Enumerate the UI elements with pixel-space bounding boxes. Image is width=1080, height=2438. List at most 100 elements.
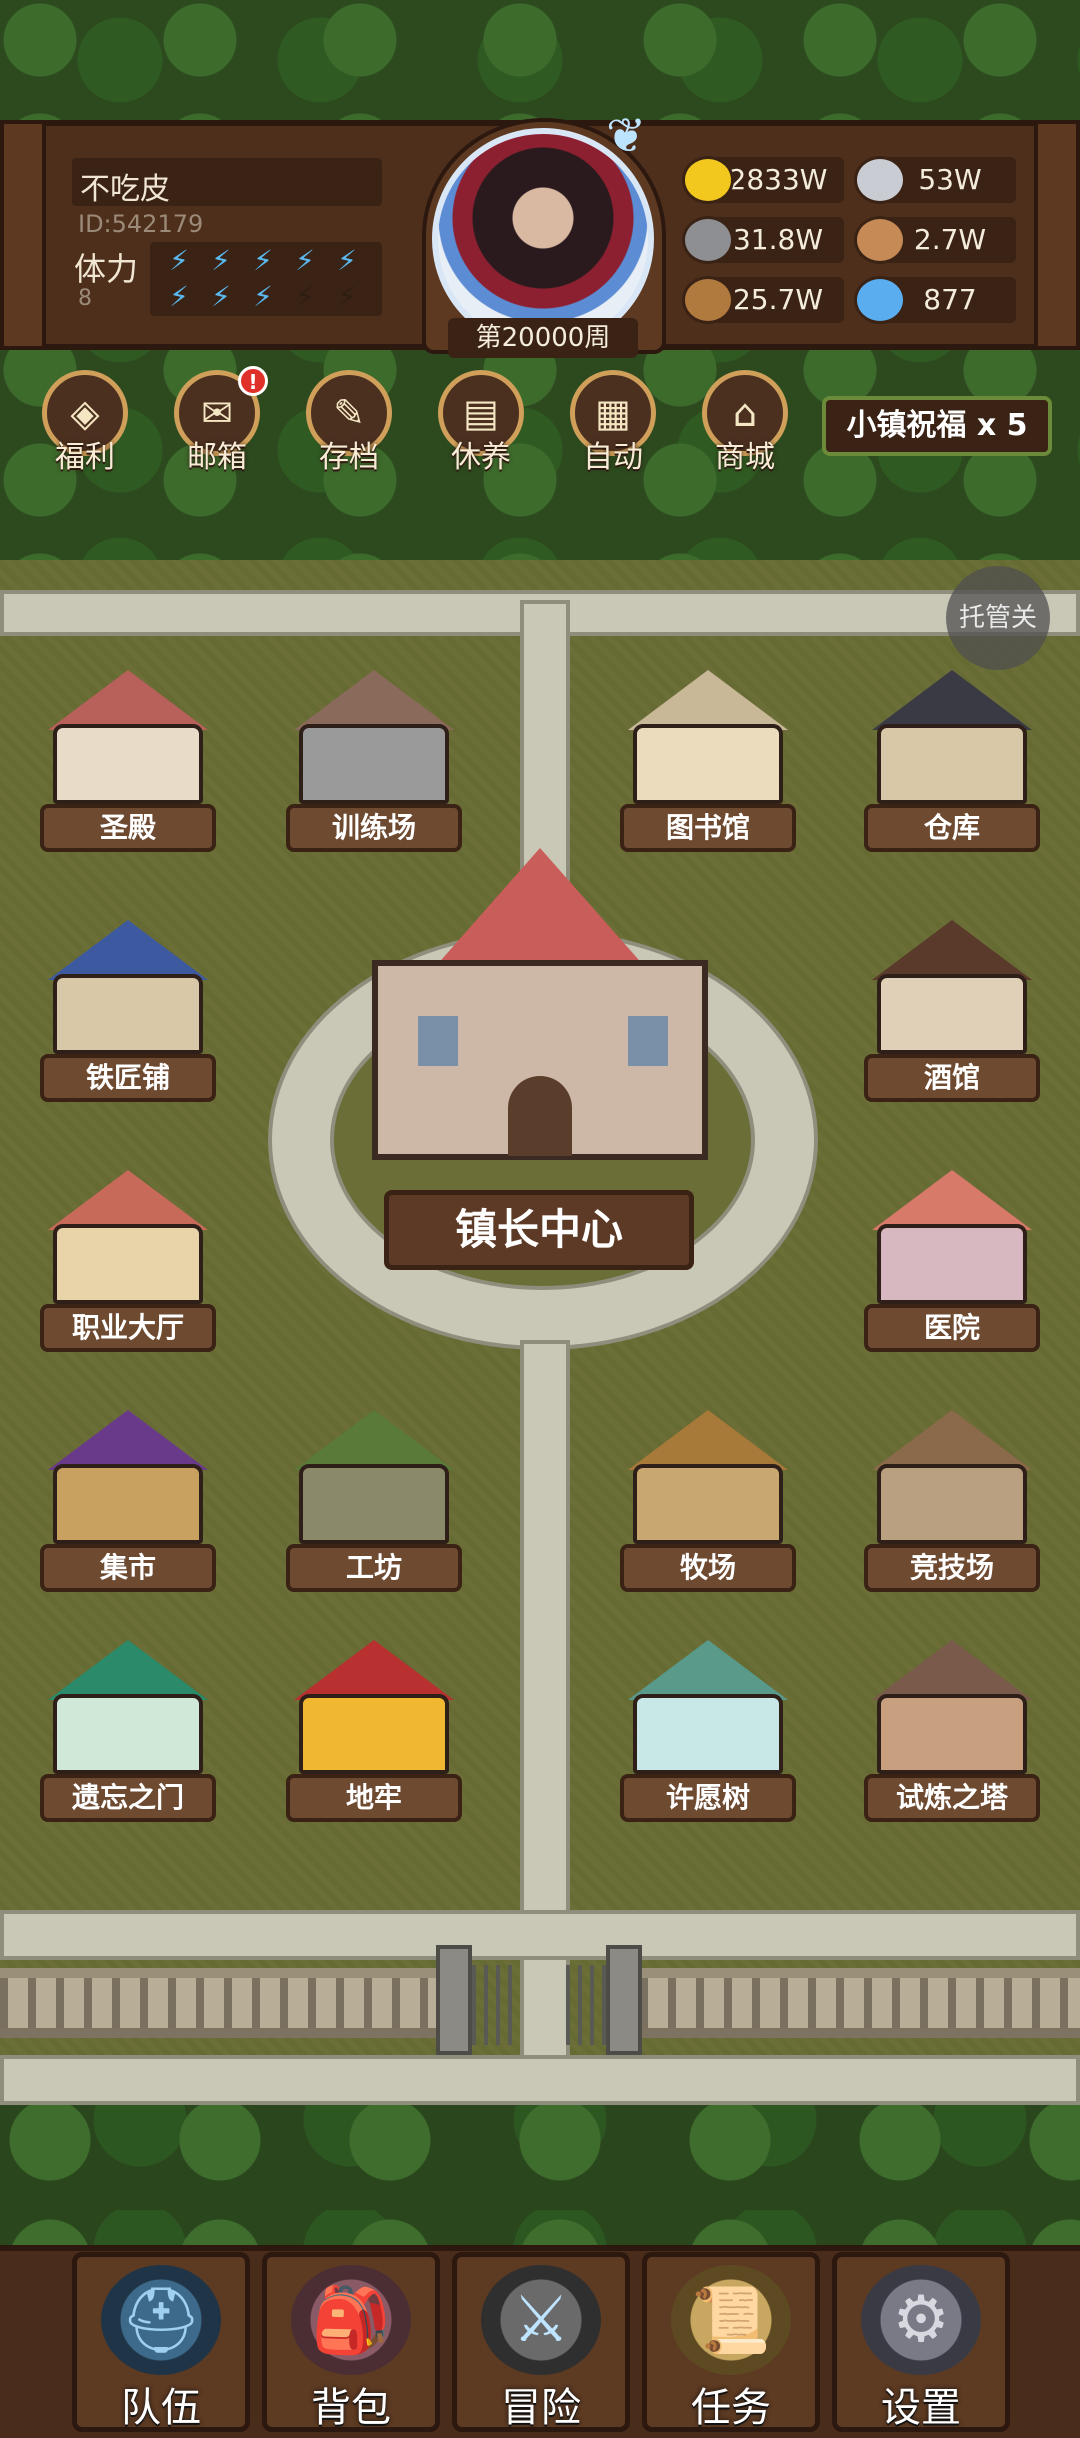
leather-icon xyxy=(854,216,906,264)
resource-item[interactable]: 25.7W xyxy=(682,276,847,324)
building-plaque: 图书馆 xyxy=(620,804,796,852)
resource-item[interactable]: 53W xyxy=(854,156,1019,204)
building-label: 酒馆 xyxy=(923,1061,980,1094)
mayor-center-plaque[interactable]: 镇长中心 xyxy=(384,1190,694,1270)
nav-adventure-button[interactable]: ⚔ 冒险 xyxy=(452,2252,630,2432)
menu-auto-label: 自动 xyxy=(583,440,643,475)
building-plaque: 圣殿 xyxy=(40,804,216,852)
building-body xyxy=(633,1694,783,1774)
building-plaque: 职业大厅 xyxy=(40,1304,216,1352)
menu-rest-label: 休养 xyxy=(451,440,511,475)
gate-pillar-left xyxy=(436,1945,472,2055)
quest-scroll-icon: 📜 xyxy=(671,2265,791,2375)
building-workshop[interactable]: 工坊 xyxy=(286,1400,462,1600)
building-roof xyxy=(872,1170,1032,1230)
town-blessing-button[interactable]: 小镇祝福 x 5 xyxy=(822,396,1052,456)
menu-save-button[interactable]: ✎ 存档 xyxy=(294,370,404,480)
mayor-center-label: 镇长中心 xyxy=(454,1205,623,1254)
path-bottom xyxy=(0,1910,1080,1960)
building-blacksmith[interactable]: 铁匠铺 xyxy=(40,910,216,1110)
building-plaque: 牧场 xyxy=(620,1544,796,1592)
resource-item[interactable]: 2.7W xyxy=(854,216,1019,264)
building-tavern[interactable]: 酒馆 xyxy=(864,910,1040,1110)
building-roof xyxy=(294,1410,454,1470)
menu-shop-label: 商城 xyxy=(715,440,775,475)
building-arena[interactable]: 竞技场 xyxy=(864,1400,1040,1600)
building-label: 圣殿 xyxy=(99,811,156,844)
building-dungeon[interactable]: 地牢 xyxy=(286,1630,462,1830)
building-warehouse[interactable]: 仓库 xyxy=(864,660,1040,860)
top-menu: ◈ 福利 ✉! 邮箱 ✎ 存档 ▤ 休养 ▦ 自动 ⌂ 商城 xyxy=(30,366,810,480)
stamina-value: 8 xyxy=(78,286,92,311)
building-plaque: 地牢 xyxy=(286,1774,462,1822)
building-label: 图书馆 xyxy=(665,811,750,844)
resource-item[interactable]: 877 xyxy=(854,276,1019,324)
building-roof xyxy=(294,670,454,730)
butterfly-icon: ❦ xyxy=(606,108,647,164)
building-plaque: 仓库 xyxy=(864,804,1040,852)
building-roof xyxy=(48,920,208,980)
path-outer xyxy=(0,2055,1080,2105)
menu-mailbox-button[interactable]: ✉! 邮箱 xyxy=(162,366,272,480)
stamina-bolt-icon: ⚡ xyxy=(169,244,189,277)
building-body xyxy=(299,1694,449,1774)
player-id: ID:542179 xyxy=(78,210,204,238)
nav-adventure-label: 冒险 xyxy=(501,2385,581,2431)
menu-welfare-button[interactable]: ◈ 福利 xyxy=(30,370,140,480)
menu-rest-button[interactable]: ▤ 休养 xyxy=(426,370,536,480)
fence-left xyxy=(0,1968,440,2038)
menu-auto-button[interactable]: ▦ 自动 xyxy=(558,370,668,480)
stamina-bolt-icon: ⚡ xyxy=(253,244,273,277)
building-hospital[interactable]: 医院 xyxy=(864,1160,1040,1360)
crystal-icon xyxy=(854,276,906,324)
building-plaque: 竞技场 xyxy=(864,1544,1040,1592)
mayor-center-building[interactable] xyxy=(372,960,708,1160)
week-counter: 第20000周 xyxy=(448,318,638,358)
building-label: 仓库 xyxy=(923,811,980,844)
building-library[interactable]: 图书馆 xyxy=(620,660,796,860)
building-training-ground[interactable]: 训练场 xyxy=(286,660,462,860)
building-body xyxy=(877,1694,1027,1774)
building-plaque: 酒馆 xyxy=(864,1054,1040,1102)
building-label: 试炼之塔 xyxy=(895,1781,1008,1814)
building-forgotten-gate[interactable]: 遗忘之门 xyxy=(40,1630,216,1830)
building-roof xyxy=(48,1170,208,1230)
building-market[interactable]: 集市 xyxy=(40,1400,216,1600)
iron-ingot-icon xyxy=(854,156,906,204)
building-label: 竞技场 xyxy=(909,1551,994,1584)
mayor-center-window xyxy=(628,1016,668,1066)
building-plaque: 医院 xyxy=(864,1304,1040,1352)
building-label: 职业大厅 xyxy=(71,1311,184,1344)
building-body xyxy=(877,724,1027,804)
gear-icon: ⚙ xyxy=(861,2265,981,2375)
building-career-hall[interactable]: 职业大厅 xyxy=(40,1160,216,1360)
nav-settings-button[interactable]: ⚙ 设置 xyxy=(832,2252,1010,2432)
resource-item[interactable]: 31.8W xyxy=(682,216,847,264)
building-label: 集市 xyxy=(99,1551,156,1584)
building-plaque: 训练场 xyxy=(286,804,462,852)
building-wishing-tree[interactable]: 许愿树 xyxy=(620,1630,796,1830)
building-ranch[interactable]: 牧场 xyxy=(620,1400,796,1600)
building-body xyxy=(877,1224,1027,1304)
building-trial-tower[interactable]: 试炼之塔 xyxy=(864,1630,1040,1830)
nav-team-button[interactable]: ⛑ 队伍 xyxy=(72,2252,250,2432)
stamina-bolt-icon: ⚡ xyxy=(295,280,315,313)
stamina-bolt-icon: ⚡ xyxy=(169,280,189,313)
building-plaque: 试炼之塔 xyxy=(864,1774,1040,1822)
managed-toggle-button[interactable]: 托管关 xyxy=(946,566,1050,670)
building-label: 地牢 xyxy=(345,1781,402,1814)
nav-quest-button[interactable]: 📜 任务 xyxy=(642,2252,820,2432)
resource-item[interactable]: 2833W xyxy=(682,156,847,204)
building-label: 训练场 xyxy=(331,811,416,844)
building-temple[interactable]: 圣殿 xyxy=(40,660,216,860)
building-body xyxy=(53,1464,203,1544)
stamina-bolt-icon: ⚡ xyxy=(253,280,273,313)
building-roof xyxy=(872,670,1032,730)
menu-shop-button[interactable]: ⌂ 商城 xyxy=(690,370,800,480)
building-body xyxy=(53,1694,203,1774)
building-body xyxy=(299,1464,449,1544)
nav-bag-button[interactable]: 🎒 背包 xyxy=(262,2252,440,2432)
gate-door-left xyxy=(472,1965,512,2045)
stamina-bolt-icon: ⚡ xyxy=(337,244,357,277)
player-name: 不吃皮 xyxy=(80,172,170,207)
